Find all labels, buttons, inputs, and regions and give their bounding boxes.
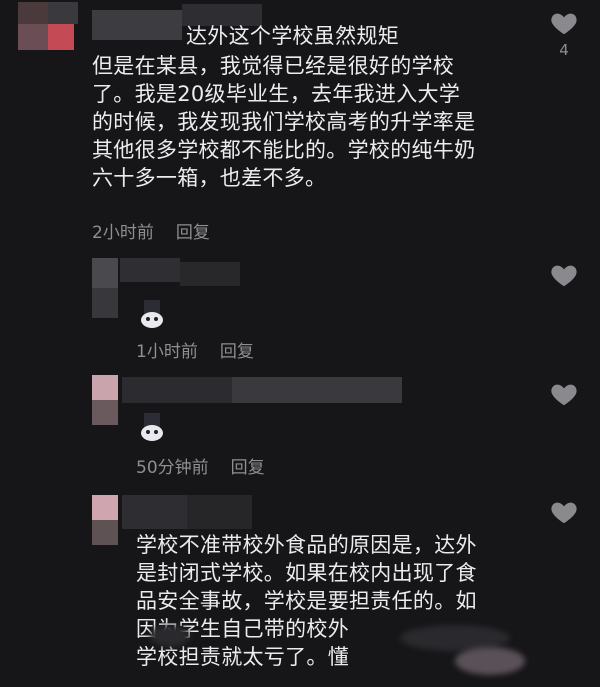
avatar[interactable] <box>18 2 78 52</box>
heart-icon[interactable] <box>549 260 579 290</box>
heart-icon[interactable] <box>549 8 579 38</box>
reply-button[interactable]: 回复 <box>176 223 210 243</box>
reply-button[interactable]: 回复 <box>231 458 265 478</box>
reply-meta: 1小时前 回复 <box>136 337 276 362</box>
heart-icon[interactable] <box>549 497 579 527</box>
comment-3: 50分钟前 回复 <box>0 365 600 485</box>
redaction-smudge <box>150 625 190 647</box>
reply-username-redacted[interactable] <box>122 495 252 529</box>
comment-2: 1小时前 回复 <box>0 250 600 365</box>
reply-button[interactable]: 回复 <box>220 342 254 362</box>
comment-meta: 2小时前 回复 <box>92 218 232 243</box>
reply-meta: 50分钟前 回复 <box>136 453 287 478</box>
emoji-sticker-icon <box>141 413 163 441</box>
reply-avatar[interactable] <box>92 495 118 545</box>
comment-time: 2小时前 <box>92 223 154 243</box>
reply-avatar[interactable] <box>92 375 118 425</box>
heart-icon[interactable] <box>549 379 579 409</box>
redaction-smudge <box>455 647 525 675</box>
emoji-sticker-icon <box>141 300 163 328</box>
reply-username-redacted[interactable] <box>120 258 240 288</box>
reply-time: 50分钟前 <box>136 458 209 478</box>
comment-4: 学校不准带校外食品的原因是，达外 是封闭式学校。如果在校内出现了食 品安全事故，… <box>0 485 600 687</box>
comment-1: 达外这个学校虽然规矩 但是在某县，我觉得已经是很好的学校 了。我是20级毕业生，… <box>0 0 600 250</box>
reply-avatar[interactable] <box>92 258 118 318</box>
like-count: 4 <box>559 41 569 59</box>
reply-time: 1小时前 <box>136 342 198 362</box>
reply-username-redacted[interactable] <box>122 377 402 403</box>
comment-text-line1: 达外这个学校虽然规矩 <box>186 24 399 48</box>
comment-text: 但是在某县，我觉得已经是很好的学校 了。我是20级毕业生，去年我进入大学 的时候… <box>92 54 476 190</box>
